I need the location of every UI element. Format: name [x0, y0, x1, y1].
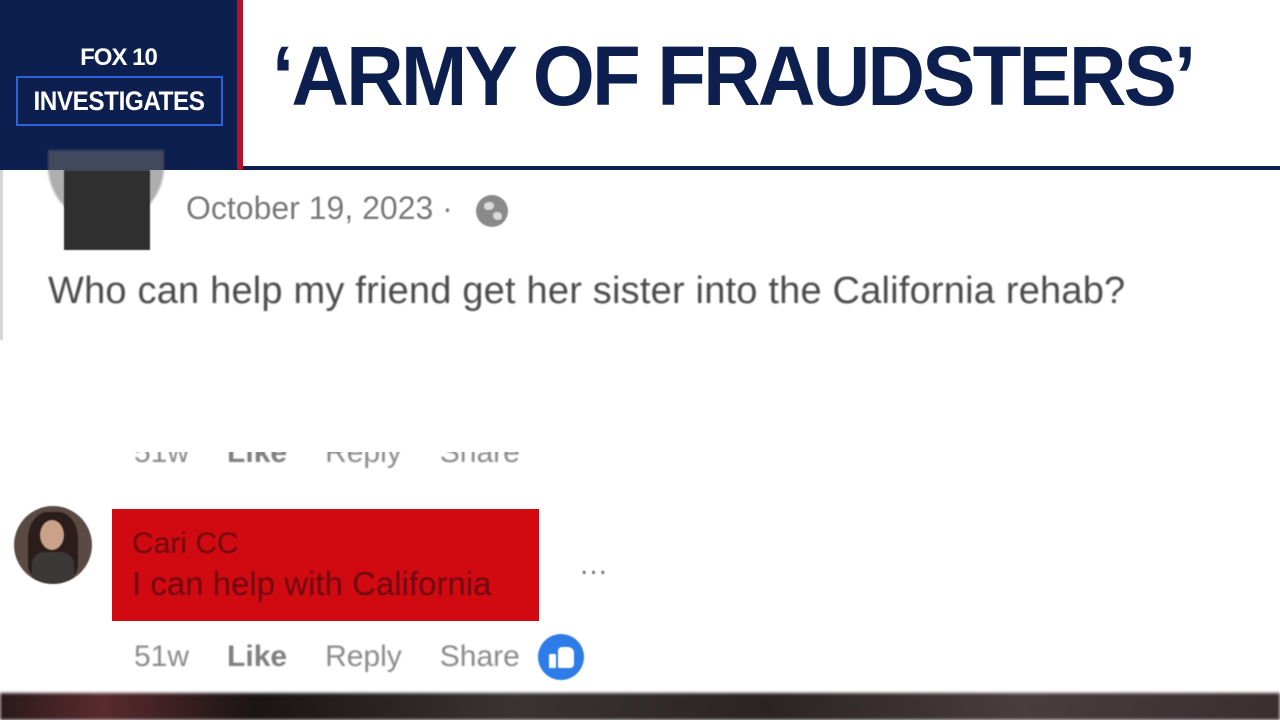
background-video-strip [0, 693, 1280, 720]
broadcast-header: FOX 10 INVESTIGATES ‘ARMY OF FRAUDSTERS’ [0, 0, 1280, 170]
comment-share-link[interactable]: Share [440, 640, 520, 674]
logo-fox10-text: FOX 10 [80, 44, 158, 71]
comment-like-link[interactable]: Like [227, 640, 287, 674]
post-date: October 19, 2023 · [186, 190, 453, 226]
post-like-link[interactable]: Like [227, 452, 287, 470]
comment-actions: 51w Like Reply Share [134, 640, 520, 674]
logo-separator [237, 0, 243, 170]
comment-text: I can help with California [132, 565, 492, 602]
post-text: Who can help my friend get her sister in… [48, 270, 1126, 312]
logo-investigates-box: INVESTIGATES [16, 76, 223, 126]
logo-investigates-text: INVESTIGATES [33, 85, 206, 116]
post-left-border [0, 170, 3, 340]
facebook-post-screenshot: October 19, 2023 · Who can help my frien… [0, 150, 1280, 693]
post-reply-link[interactable]: Reply [325, 452, 402, 470]
commenter-avatar[interactable] [14, 506, 92, 584]
more-options-icon[interactable]: ... [580, 548, 608, 582]
comment-bubble-highlighted: Cari CC I can help with California [112, 509, 539, 621]
thumbs-up-icon [538, 634, 584, 680]
headline: ‘ARMY OF FRAUDSTERS’ [272, 29, 1196, 123]
globe-icon [476, 195, 508, 227]
fox10-investigates-logo: FOX 10 INVESTIGATES [0, 0, 237, 170]
post-share-link[interactable]: Share [440, 452, 520, 470]
comment-reply-link[interactable]: Reply [325, 640, 402, 674]
post-actions: 51w Like Reply Share [134, 452, 554, 482]
comment-age: 51w [134, 640, 190, 673]
redaction-box [64, 170, 150, 250]
post-age: 51w [134, 452, 190, 469]
commenter-name[interactable]: Cari CC [132, 527, 239, 561]
